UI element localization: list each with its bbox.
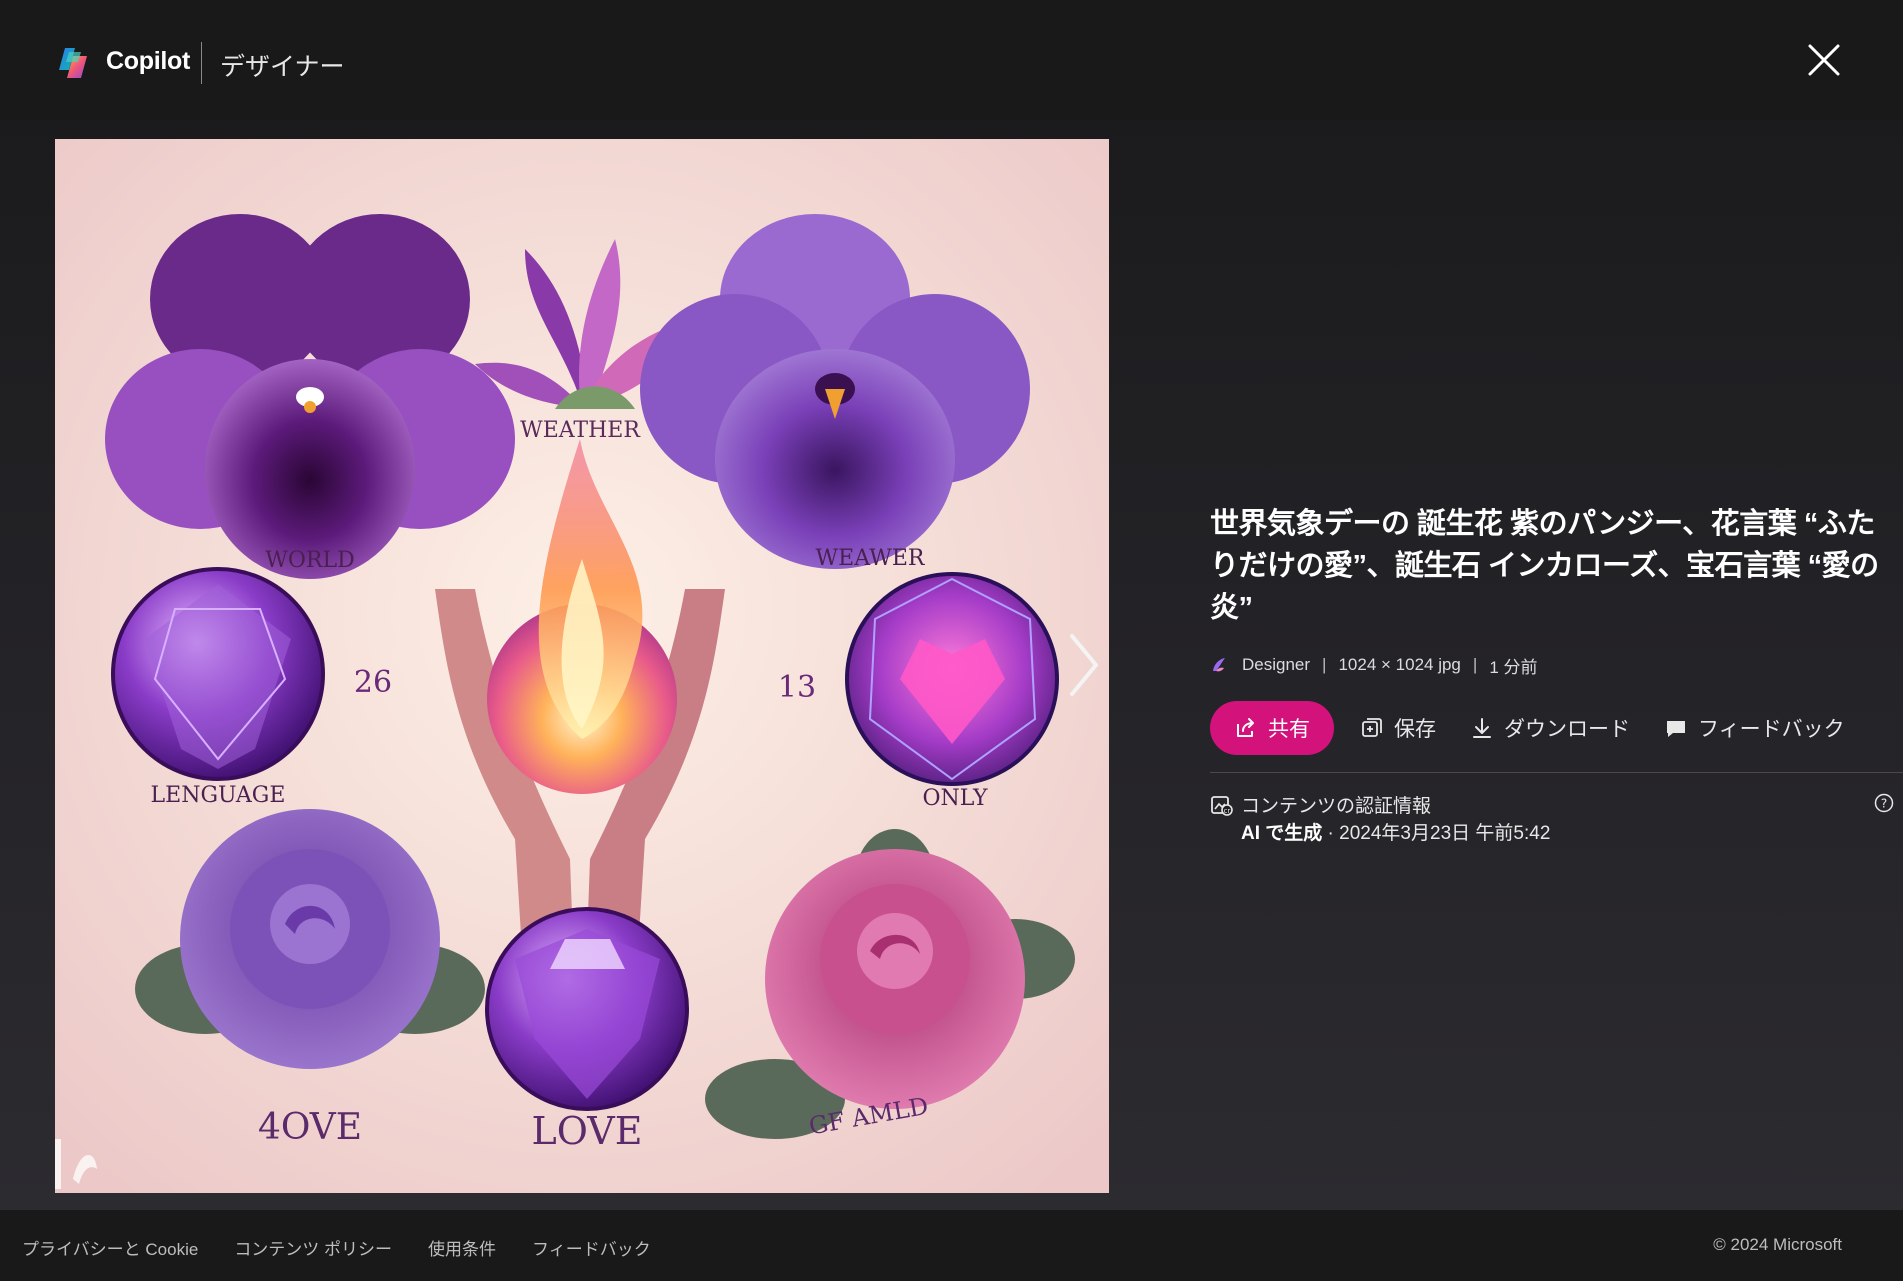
label-4ove: 4OVE [258, 1107, 362, 1148]
label-weather: WEATHER [520, 418, 641, 443]
generated-image[interactable]: WEATHER WORLD WEAWER 26 13 LENGUAGE ONLY… [55, 139, 1109, 1193]
label-26: 26 [354, 665, 392, 700]
page-footer: プライバシーと Cookie コンテンツ ポリシー 使用条件 フィードバック ©… [0, 1210, 1903, 1281]
meta-dimensions: 1024 × 1024 jpg [1338, 655, 1461, 674]
chevron-right-icon[interactable] [1064, 630, 1104, 700]
meta-separator: | [1322, 655, 1327, 674]
feedback-label: フィードバック [1698, 718, 1845, 741]
credentials-info: AI で生成 · 2024年3月23日 午前5:42 [1241, 818, 1550, 845]
copyright: © 2024 Microsoft [1713, 1235, 1842, 1254]
image-meta: Designer | 1024 × 1024 jpg | 1 分前 [1210, 653, 1538, 677]
help-icon[interactable]: ? [1874, 793, 1894, 813]
share-label: 共有 [1268, 718, 1310, 741]
copilot-logo-icon[interactable] [55, 44, 93, 82]
privacy-link[interactable]: プライバシーと Cookie [22, 1235, 198, 1260]
save-collection-icon [1362, 718, 1382, 737]
label-world: WORLD [265, 548, 354, 573]
save-button[interactable]: 保存 [1360, 713, 1436, 743]
credentials-date: · 2024年3月23日 午前5:42 [1322, 823, 1551, 844]
label-weawer: WEAWER [816, 546, 926, 571]
content-policy-link[interactable]: コンテンツ ポリシー [234, 1235, 392, 1260]
gem-bottom-center [485, 907, 689, 1111]
label-only: ONLY [922, 786, 987, 811]
label-13: 13 [778, 670, 816, 705]
meta-separator: | [1472, 655, 1478, 674]
svg-text:?: ? [1881, 797, 1887, 811]
footer-links: プライバシーと Cookie コンテンツ ポリシー 使用条件 フィードバック [22, 1235, 687, 1260]
terms-link[interactable]: 使用条件 [428, 1235, 496, 1260]
footer-feedback-link[interactable]: フィードバック [532, 1235, 651, 1260]
download-button[interactable]: ダウンロード [1470, 713, 1630, 743]
download-label: ダウンロード [1504, 718, 1630, 741]
credentials-title: コンテンツの認証情報 [1241, 796, 1432, 817]
content-credentials-icon: cr [1211, 796, 1233, 816]
download-icon [1473, 718, 1491, 738]
label-lenguage: LENGUAGE [151, 783, 286, 808]
close-icon[interactable] [1806, 42, 1842, 78]
save-label: 保存 [1394, 718, 1436, 741]
share-icon [1237, 718, 1254, 737]
meta-time: 1 分前 [1489, 657, 1538, 677]
gem-left [111, 567, 325, 781]
feedback-button[interactable]: フィードバック [1664, 713, 1845, 743]
feedback-icon [1667, 721, 1685, 737]
section-divider [1210, 772, 1903, 773]
brand-name[interactable]: Copilot [106, 47, 190, 76]
app-subtitle[interactable]: デザイナー [220, 47, 345, 83]
label-love: LOVE [532, 1109, 643, 1153]
gem-right [845, 572, 1059, 786]
meta-source: Designer [1242, 655, 1311, 674]
app-header: Copilot デザイナー [0, 0, 1903, 120]
designer-icon [1213, 658, 1225, 672]
image-title: 世界気象デーの 誕生花 紫のパンジー、花言葉 “ふたりだけの愛”、誕生石 インカ… [1210, 508, 1879, 624]
svg-text:cr: cr [1224, 807, 1231, 815]
share-button[interactable]: 共有 [1210, 701, 1334, 755]
ai-generated-label: AI で生成 [1241, 823, 1323, 844]
action-bar: 共有 保存 ダウンロード フィードバック [1210, 700, 1879, 756]
brand-divider [201, 42, 202, 84]
image-artwork: WEATHER WORLD WEAWER 26 13 LENGUAGE ONLY… [55, 139, 1109, 1193]
